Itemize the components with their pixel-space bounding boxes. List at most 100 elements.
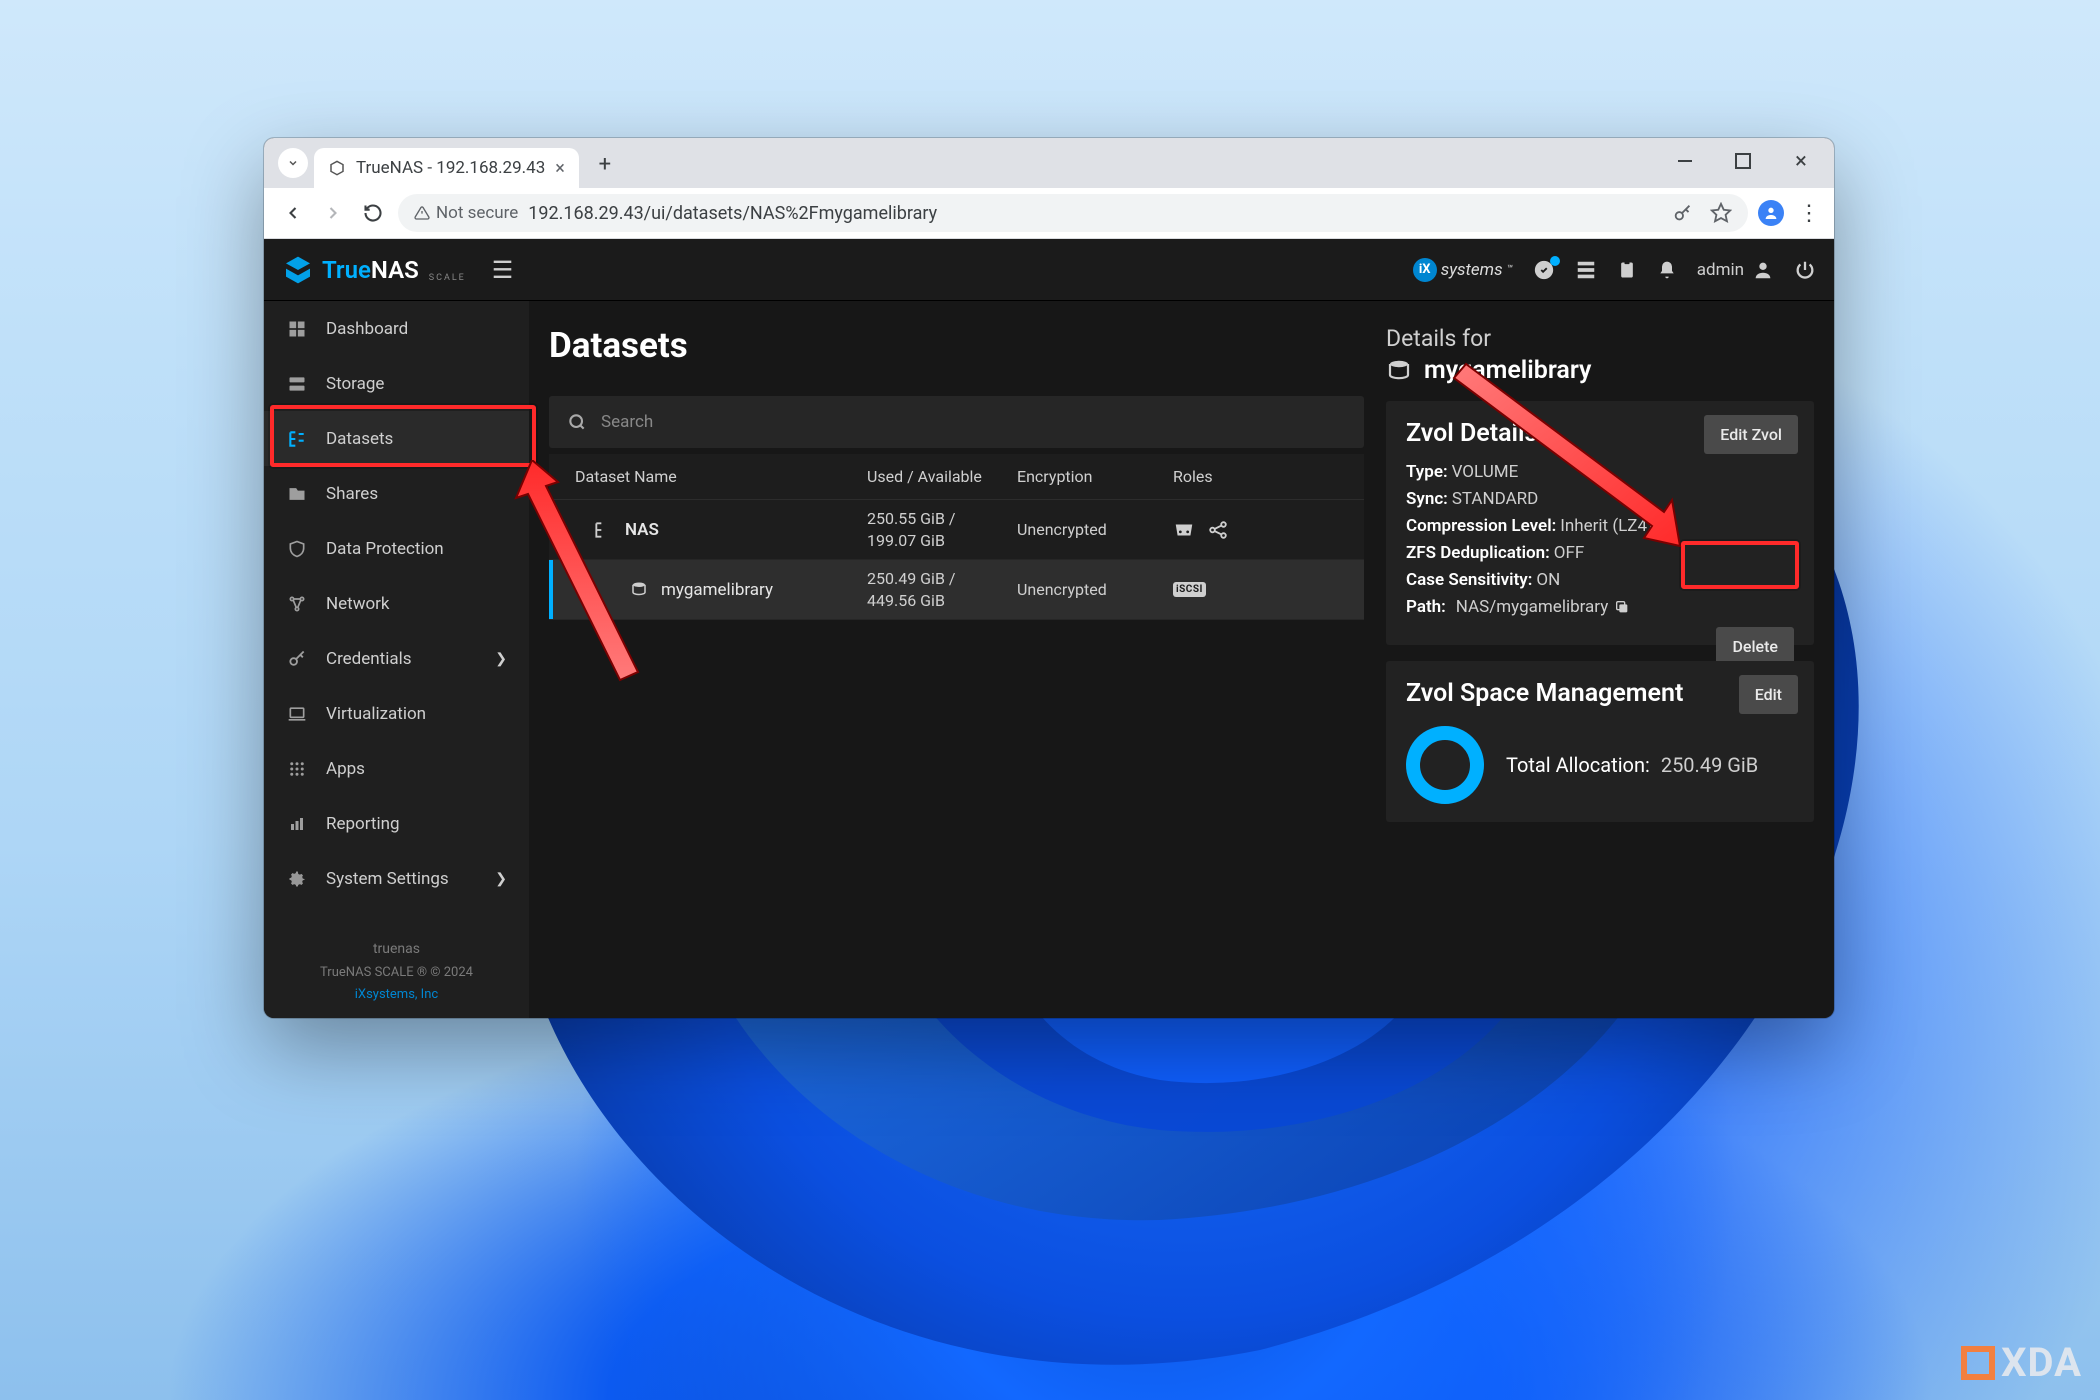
footer-ix-link[interactable]: iXsystems, Inc [264, 984, 529, 1006]
truenas-favicon-icon [328, 159, 346, 177]
tab-title: TrueNAS - 192.168.29.43 [356, 158, 545, 178]
new-tab-button[interactable]: + [587, 146, 623, 182]
browser-window: TrueNAS - 192.168.29.43 × + × Not secure… [264, 138, 1834, 1018]
bookmark-star-icon[interactable] [1710, 202, 1732, 224]
edit-space-button[interactable]: Edit [1739, 675, 1798, 714]
window-close-button[interactable]: × [1772, 138, 1830, 184]
security-chip[interactable]: Not secure [414, 203, 518, 223]
laptop-icon [286, 704, 308, 724]
window-controls: × [1656, 138, 1830, 188]
sidebar-item-network[interactable]: Network [264, 576, 529, 631]
datasets-icon [286, 429, 308, 449]
tab-strip: TrueNAS - 192.168.29.43 × + × [264, 138, 1834, 188]
window-maximize-button[interactable] [1714, 138, 1772, 184]
sidebar-item-reporting[interactable]: Reporting [264, 796, 529, 851]
app-header: TrueNAS SCALE ☰ iXsystems™ [264, 239, 1834, 301]
allocation-donut [1406, 726, 1484, 804]
window-minimize-button[interactable] [1656, 138, 1714, 184]
zvol-icon [1386, 359, 1412, 383]
tab-close-button[interactable]: × [555, 158, 565, 179]
browser-tab[interactable]: TrueNAS - 192.168.29.43 × [314, 148, 579, 188]
col-name: Dataset Name [549, 467, 867, 486]
key-icon [286, 649, 308, 669]
sidebar: Dashboard Storage Datasets Shares Data P… [264, 301, 529, 1018]
truenas-cube-icon [282, 254, 314, 286]
footer-copyright: TrueNAS SCALE ® © 2024 [264, 962, 529, 984]
xda-watermark: XDA [1961, 1339, 2082, 1386]
status-icon[interactable] [1533, 259, 1555, 281]
sidebar-item-datasets[interactable]: Datasets [264, 411, 529, 466]
sidebar-item-data-protection[interactable]: Data Protection [264, 521, 529, 576]
truenas-app: TrueNAS SCALE ☰ iXsystems™ [264, 239, 1834, 1018]
nav-reload-button[interactable] [358, 198, 388, 228]
dataset-search[interactable]: Search [549, 396, 1364, 448]
alloc-value: 250.49 GiB [1661, 753, 1758, 777]
sidebar-toggle-button[interactable]: ☰ [492, 256, 514, 284]
truenas-logo[interactable]: TrueNAS SCALE [282, 254, 466, 286]
table-row[interactable]: NAS 250.55 GiB /199.07 GiB Unencrypted [549, 500, 1364, 560]
copy-icon[interactable] [1614, 599, 1630, 615]
profile-avatar[interactable] [1758, 200, 1784, 226]
table-row[interactable]: mygamelibrary 250.49 GiB /449.56 GiB Une… [549, 560, 1364, 620]
ixsystems-link[interactable]: iXsystems™ [1413, 258, 1513, 282]
details-name: mygamelibrary [1424, 356, 1591, 385]
alloc-label: Total Allocation: [1506, 753, 1650, 777]
system-role-icon [1173, 519, 1195, 541]
table-header: Dataset Name Used / Available Encryption… [549, 454, 1364, 500]
power-icon[interactable] [1794, 259, 1816, 281]
clipboard-icon[interactable] [1617, 259, 1637, 281]
chart-icon [286, 815, 308, 833]
search-icon [567, 412, 587, 432]
brand-sub: SCALE [429, 273, 466, 286]
url-text: 192.168.29.43/ui/datasets/NAS%2Fmygameli… [528, 203, 937, 224]
gear-icon [286, 869, 308, 889]
nav-forward-button[interactable] [318, 198, 348, 228]
pool-tree-icon [593, 520, 613, 540]
col-used: Used / Available [867, 467, 1017, 486]
search-placeholder: Search [601, 412, 653, 432]
details-for-label: Details for [1386, 325, 1814, 352]
password-key-icon[interactable] [1672, 202, 1694, 224]
shares-icon [286, 484, 308, 504]
jobs-icon[interactable] [1575, 259, 1597, 281]
dashboard-icon [286, 319, 308, 339]
alerts-bell-icon[interactable] [1657, 259, 1677, 281]
zvol-details-card: Zvol Details Edit Zvol Type:VOLUME Sync:… [1386, 401, 1814, 645]
details-panel: Details for mygamelibrary Zvol Details E… [1386, 319, 1814, 1018]
user-icon [1752, 259, 1774, 281]
sidebar-item-system-settings[interactable]: System Settings ❯ [264, 851, 529, 906]
xda-square-icon [1961, 1346, 1995, 1380]
space-title: Zvol Space Management [1406, 679, 1794, 708]
chevron-right-icon: ❯ [495, 651, 507, 667]
nav-back-button[interactable] [278, 198, 308, 228]
toolbar-right: ⋮ [1758, 200, 1820, 226]
sidebar-item-virtualization[interactable]: Virtualization [264, 686, 529, 741]
not-secure-label: Not secure [436, 203, 518, 223]
storage-icon [286, 374, 308, 394]
chrome-menu-button[interactable]: ⋮ [1798, 201, 1820, 226]
sidebar-footer: truenas TrueNAS SCALE ® © 2024 iXsystems… [264, 920, 529, 1018]
brand-true: True [322, 256, 371, 284]
col-roles: Roles [1167, 467, 1364, 486]
sidebar-item-shares[interactable]: Shares [264, 466, 529, 521]
col-enc: Encryption [1017, 467, 1167, 486]
sidebar-item-apps[interactable]: Apps [264, 741, 529, 796]
tab-search-button[interactable] [278, 148, 308, 178]
address-bar[interactable]: Not secure 192.168.29.43/ui/datasets/NAS… [398, 194, 1748, 232]
user-menu[interactable]: admin [1697, 259, 1774, 281]
datasets-table: Dataset Name Used / Available Encryption… [549, 454, 1364, 620]
footer-host: truenas [264, 938, 529, 962]
sidebar-item-dashboard[interactable]: Dashboard [264, 301, 529, 356]
brand-nas: NAS [371, 256, 419, 284]
edit-zvol-button[interactable]: Edit Zvol [1704, 415, 1798, 454]
main-content: Datasets Search Dataset Name Used / Avai… [529, 301, 1834, 1018]
apps-icon [286, 760, 308, 778]
chevron-right-icon: ❯ [495, 871, 507, 887]
iscsi-role-icon: iSCSI [1173, 582, 1206, 597]
share-role-icon [1207, 519, 1229, 541]
shield-icon [286, 539, 308, 559]
page-title: Datasets [549, 325, 1364, 366]
omnibox-actions [1672, 202, 1732, 224]
sidebar-item-storage[interactable]: Storage [264, 356, 529, 411]
sidebar-item-credentials[interactable]: Credentials ❯ [264, 631, 529, 686]
